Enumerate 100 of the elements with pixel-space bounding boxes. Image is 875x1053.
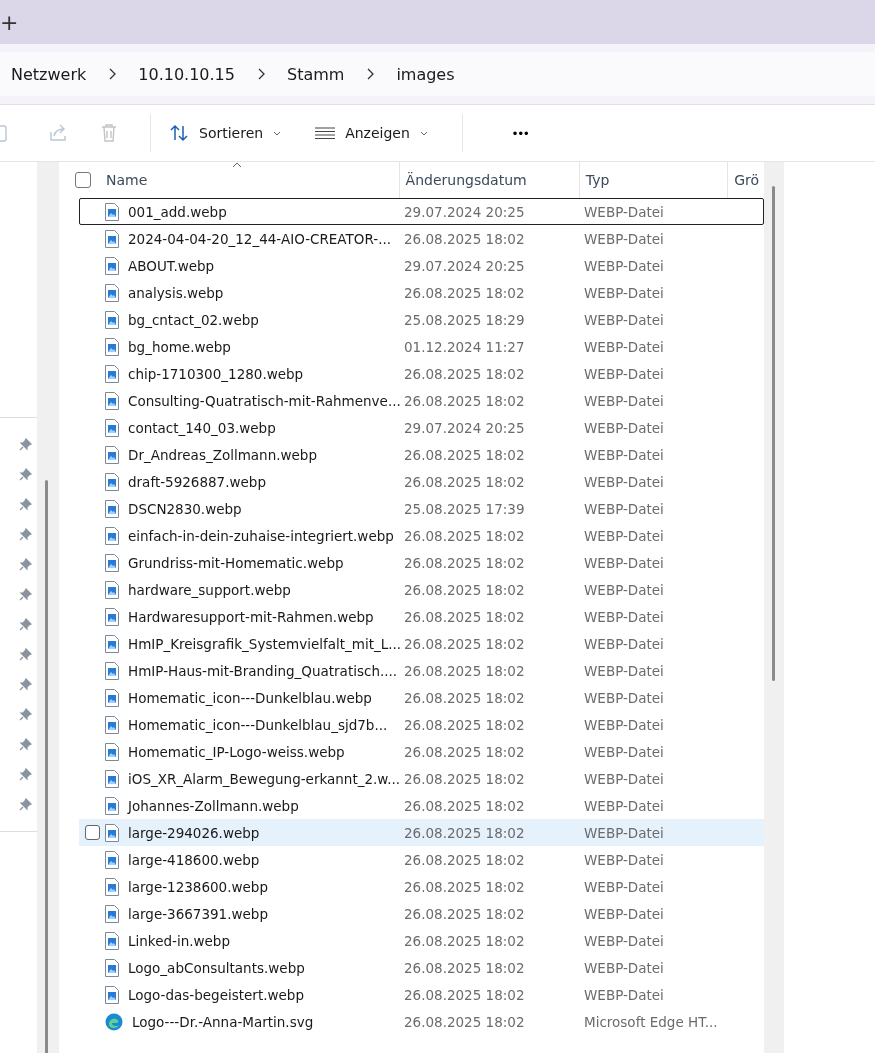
file-row[interactable]: large-294026.webp 26.08.2025 18:02 WEBP-Datei xyxy=(79,819,764,846)
share-icon[interactable] xyxy=(48,124,68,142)
breadcrumb-item[interactable]: images xyxy=(396,64,455,84)
select-all-checkbox[interactable] xyxy=(75,172,91,188)
modified-date: 26.08.2025 18:02 xyxy=(404,770,526,787)
column-header[interactable]: Grö xyxy=(728,162,764,198)
file-type: WEBP-Datei xyxy=(584,608,664,625)
file-name: 2024-04-04-20_12_44-AIO-CREATOR-... xyxy=(128,230,391,247)
breadcrumb-item[interactable]: 10.10.10.15 xyxy=(138,64,235,84)
modified-date: 26.08.2025 18:02 xyxy=(404,1013,526,1030)
pin-icon[interactable] xyxy=(19,558,32,571)
file-row[interactable]: Dr_Andreas_Zollmann.webp 26.08.2025 18:02 WEBP-Datei xyxy=(79,441,764,468)
file-type: WEBP-Datei xyxy=(584,851,664,868)
pin-icon[interactable] xyxy=(19,708,32,721)
file-name: large-294026.webp xyxy=(128,824,260,841)
sort-icon xyxy=(169,124,189,142)
view-button[interactable]: Anzeigen xyxy=(315,119,428,147)
file-row[interactable]: 2024-04-04-20_12_44-AIO-CREATOR-... 26.08.2025 18:02 WEBP-Datei xyxy=(79,225,764,252)
file-row[interactable]: Linked-in.webp 26.08.2025 18:02 WEBP-Datei xyxy=(79,927,764,954)
file-name: ABOUT.webp xyxy=(128,257,215,274)
file-name: iOS_XR_Alarm_Bewegung-erkannt_2.w... xyxy=(128,770,400,787)
image-file-icon xyxy=(105,661,119,680)
image-file-icon xyxy=(105,742,119,761)
more-options-button[interactable]: ••• xyxy=(504,119,538,147)
breadcrumb-item[interactable]: Stamm xyxy=(286,64,345,84)
file-row[interactable]: Hardwaresupport-mit-Rahmen.webp 26.08.2025 18:02 WEBP-Datei xyxy=(79,603,764,630)
pin-icon[interactable] xyxy=(19,798,32,811)
file-row[interactable]: large-418600.webp 26.08.2025 18:02 WEBP-Datei xyxy=(79,846,764,873)
file-type: WEBP-Datei xyxy=(584,743,664,760)
file-row[interactable]: contact_140_03.webp 29.07.2024 20:25 WEBP-Datei xyxy=(79,414,764,441)
modified-date: 29.07.2024 20:25 xyxy=(404,257,526,274)
modified-date: 26.08.2025 18:02 xyxy=(404,284,526,301)
image-file-icon xyxy=(105,607,119,626)
file-type: WEBP-Datei xyxy=(584,419,664,436)
pin-icon[interactable] xyxy=(19,648,32,661)
pin-icon[interactable] xyxy=(19,528,32,541)
file-row[interactable]: Consulting-Quatratisch-mit-Rahmenve... 26.08.2025 18:02 WEBP-Datei xyxy=(79,387,764,414)
modified-date: 01.12.2024 11:27 xyxy=(404,338,526,355)
pin-icon[interactable] xyxy=(19,498,32,511)
address-bar[interactable]: Netzwerk 10.10.10.15 Stamm images xyxy=(0,52,875,96)
image-file-icon xyxy=(105,634,119,653)
sort-button[interactable]: Sortieren xyxy=(169,118,282,148)
file-name: DSCN2830.webp xyxy=(128,500,242,517)
file-row[interactable]: hardware_support.webp 26.08.2025 18:02 WEBP-Datei xyxy=(79,576,764,603)
file-type: WEBP-Datei xyxy=(584,230,664,247)
modified-date: 26.08.2025 18:02 xyxy=(404,581,526,598)
file-type: WEBP-Datei xyxy=(584,257,664,274)
scrollbar[interactable] xyxy=(764,162,784,1053)
pin-icon[interactable] xyxy=(19,678,32,691)
row-checkbox[interactable] xyxy=(85,825,100,840)
pin-icon[interactable] xyxy=(19,768,32,781)
image-file-icon xyxy=(105,715,119,734)
file-row[interactable]: Logo_abConsultants.webp 26.08.2025 18:02 WEBP-Datei xyxy=(79,954,764,981)
file-row[interactable]: bg_home.webp 01.12.2024 11:27 WEBP-Datei xyxy=(79,333,764,360)
file-row[interactable]: 001_add.webp 29.07.2024 20:25 WEBP-Datei xyxy=(79,198,764,225)
pin-icon[interactable] xyxy=(19,618,32,631)
file-name: Homematic_icon---Dunkelblau_sjd7b... xyxy=(128,716,388,733)
pin-icon[interactable] xyxy=(19,588,32,601)
scrollbar[interactable] xyxy=(37,162,59,1053)
file-type: WEBP-Datei xyxy=(584,770,664,787)
file-row[interactable]: einfach-in-dein-zuhaise-integriert.webp 26.08.2025 18:02 WEBP-Datei xyxy=(79,522,764,549)
browser-file-icon xyxy=(105,1012,123,1031)
image-file-icon xyxy=(105,445,119,464)
file-name: Logo---Dr.-Anna-Martin.svg xyxy=(132,1013,314,1030)
file-row[interactable]: chip-1710300_1280.webp 26.08.2025 18:02 WEBP-Datei xyxy=(79,360,764,387)
file-row[interactable]: Homematic_IP-Logo-weiss.webp 26.08.2025 18:02 WEBP-Datei xyxy=(79,738,764,765)
image-file-icon xyxy=(105,580,119,599)
column-header[interactable]: Typ xyxy=(579,162,729,198)
image-file-icon xyxy=(105,688,119,707)
file-row[interactable]: Homematic_icon---Dunkelblau_sjd7b... 26.08.2025 18:02 WEBP-Datei xyxy=(79,711,764,738)
file-row[interactable]: Logo---Dr.-Anna-Martin.svg 26.08.2025 18:02 Microsoft Edge HT... xyxy=(79,1008,764,1035)
column-header[interactable]: Name xyxy=(103,162,400,198)
file-row[interactable]: Homematic_icon---Dunkelblau.webp 26.08.2025 18:02 WEBP-Datei xyxy=(79,684,764,711)
file-row[interactable]: HmIP_Kreisgrafik_Systemvielfalt_mit_L... 26.08.2025 18:02 WEBP-Datei xyxy=(79,630,764,657)
image-file-icon xyxy=(105,499,119,518)
file-row[interactable]: large-1238600.webp 26.08.2025 18:02 WEBP-Datei xyxy=(79,873,764,900)
file-row[interactable]: large-3667391.webp 26.08.2025 18:02 WEBP-Datei xyxy=(79,900,764,927)
file-row[interactable]: analysis.webp 26.08.2025 18:02 WEBP-Datei xyxy=(79,279,764,306)
pin-icon[interactable] xyxy=(19,468,32,481)
file-row[interactable]: draft-5926887.webp 26.08.2025 18:02 WEBP-Datei xyxy=(79,468,764,495)
column-header[interactable]: Änderungsdatum xyxy=(399,162,580,198)
file-row[interactable]: Johannes-Zollmann.webp 26.08.2025 18:02 WEBP-Datei xyxy=(79,792,764,819)
file-row[interactable]: ABOUT.webp 29.07.2024 20:25 WEBP-Datei xyxy=(79,252,764,279)
file-name: bg_cntact_02.webp xyxy=(128,311,259,328)
file-row[interactable]: bg_cntact_02.webp 25.08.2025 18:29 WEBP-Datei xyxy=(79,306,764,333)
breadcrumb-item[interactable]: Netzwerk xyxy=(11,64,87,84)
file-row[interactable]: HmIP-Haus-mit-Branding_Quatratisch.... 26.08.2025 18:02 WEBP-Datei xyxy=(79,657,764,684)
file-type: WEBP-Datei xyxy=(584,986,664,1003)
chevron-right-icon xyxy=(366,68,375,80)
file-row[interactable]: Logo-das-begeistert.webp 26.08.2025 18:02 WEBP-Datei xyxy=(79,981,764,1008)
file-row[interactable]: Grundriss-mit-Homematic.webp 26.08.2025 18:02 WEBP-Datei xyxy=(79,549,764,576)
file-type: WEBP-Datei xyxy=(584,797,664,814)
modified-date: 26.08.2025 18:02 xyxy=(404,824,526,841)
pin-icon[interactable] xyxy=(19,738,32,751)
delete-icon[interactable] xyxy=(100,123,118,143)
modified-date: 26.08.2025 18:02 xyxy=(404,959,526,976)
file-row[interactable]: DSCN2830.webp 25.08.2025 17:39 WEBP-Datei xyxy=(79,495,764,522)
pin-icon[interactable] xyxy=(19,438,32,451)
new-tab-button[interactable]: + xyxy=(0,9,19,35)
file-row[interactable]: iOS_XR_Alarm_Bewegung-erkannt_2.w... 26.08.2025 18:02 WEBP-Datei xyxy=(79,765,764,792)
